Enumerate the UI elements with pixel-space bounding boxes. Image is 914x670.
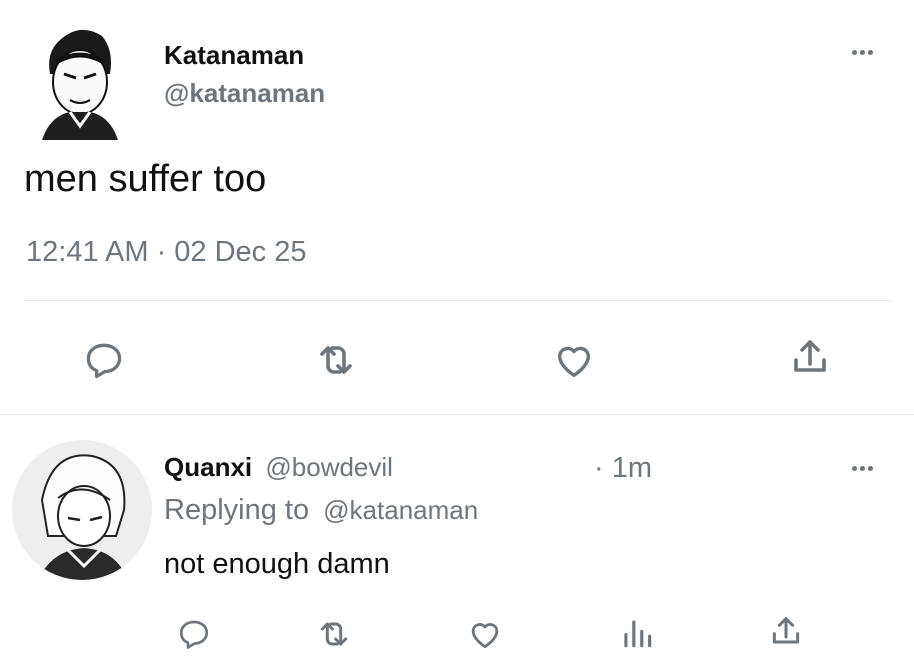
reply-icon[interactable] <box>82 338 126 382</box>
reply-more-options-button[interactable] <box>852 466 873 471</box>
tweet-text: men suffer too <box>24 158 267 200</box>
dot <box>868 466 873 471</box>
reply-author-avatar[interactable] <box>12 440 152 580</box>
divider <box>24 300 892 301</box>
replying-to-label: Replying to <box>164 494 310 526</box>
share-icon[interactable] <box>786 334 834 382</box>
tweet-timestamp[interactable]: 12:41 AM · 02 Dec 25 <box>26 236 307 269</box>
more-options-button[interactable] <box>852 50 873 55</box>
author-avatar[interactable] <box>30 22 130 140</box>
share-icon[interactable] <box>766 612 806 652</box>
dot <box>868 50 873 55</box>
author-display-name[interactable]: Katanaman <box>164 40 304 71</box>
retweet-icon[interactable] <box>312 336 360 384</box>
dot <box>860 50 865 55</box>
reply-handle[interactable]: @bowdevil <box>265 452 393 482</box>
retweet-icon[interactable] <box>314 614 354 654</box>
reply-icon[interactable] <box>176 616 212 652</box>
replying-to-handle[interactable]: @katanaman <box>323 495 478 525</box>
reply-text: not enough damn <box>164 548 390 580</box>
author-handle[interactable]: @katanaman <box>164 78 325 109</box>
manga-woman-avatar-icon <box>12 440 152 580</box>
like-icon[interactable] <box>466 615 504 653</box>
reply-header: Quanxi @bowdevil <box>164 452 393 483</box>
manga-man-avatar-icon <box>42 29 118 140</box>
replying-to-line: Replying to @katanaman <box>164 494 478 527</box>
reply-display-name[interactable]: Quanxi <box>164 452 252 482</box>
divider <box>0 414 914 415</box>
views-icon[interactable] <box>618 614 656 652</box>
like-icon[interactable] <box>551 337 597 383</box>
dot <box>852 466 857 471</box>
dot <box>852 50 857 55</box>
dot <box>860 466 865 471</box>
reply-time[interactable]: · 1m <box>594 452 652 485</box>
